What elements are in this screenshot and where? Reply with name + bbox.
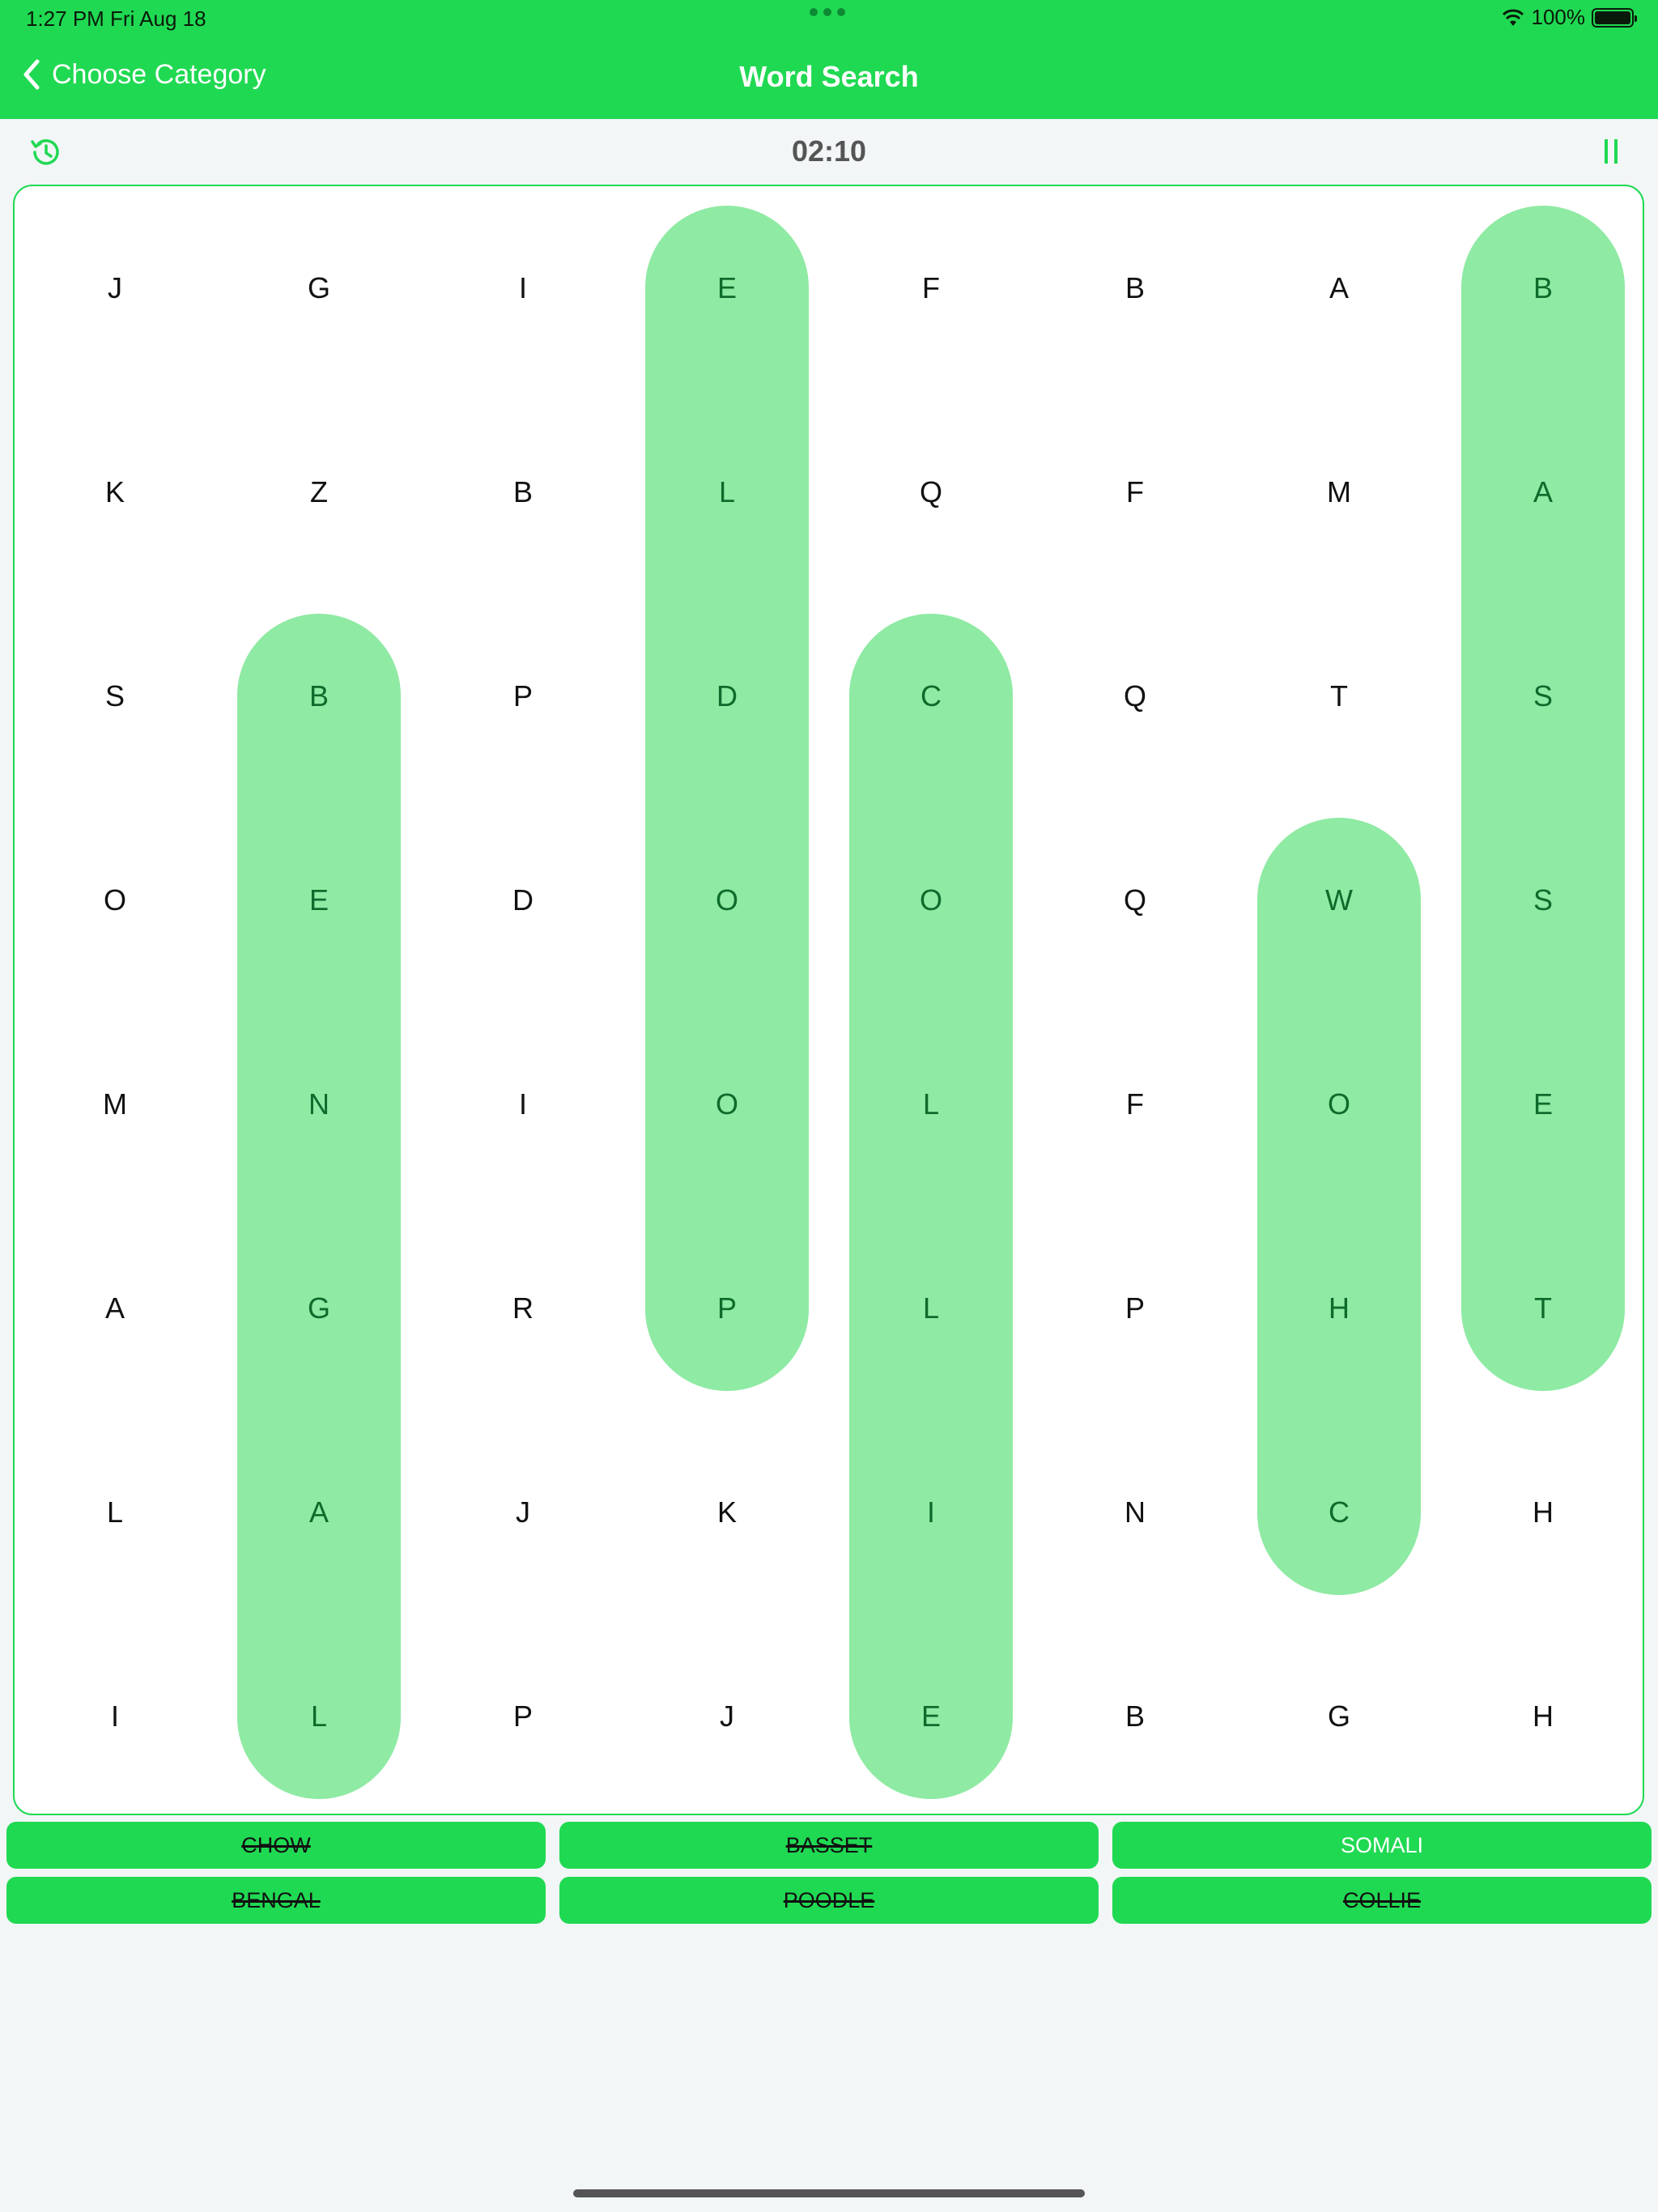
grid-cell[interactable]: A xyxy=(1237,186,1441,390)
grid-cell[interactable]: A xyxy=(217,1410,421,1614)
grid-cell[interactable]: H xyxy=(1441,1614,1645,1819)
grid-cell[interactable]: R xyxy=(421,1206,625,1410)
grid-cell[interactable]: L xyxy=(13,1410,217,1614)
grid-cell[interactable]: B xyxy=(1033,1614,1237,1819)
grid-cell[interactable]: O xyxy=(13,798,217,1002)
top-bar: 1:27 PM Fri Aug 18 100% Choose Category … xyxy=(0,0,1658,119)
grid-cell[interactable]: S xyxy=(1441,798,1645,1002)
grid-cell[interactable]: K xyxy=(625,1410,829,1614)
multitasking-dots-icon[interactable] xyxy=(810,8,845,16)
grid-cell[interactable]: H xyxy=(1441,1410,1645,1614)
wifi-icon xyxy=(1502,9,1524,26)
grid-cell[interactable]: S xyxy=(1441,594,1645,798)
grid-cell[interactable]: G xyxy=(1237,1614,1441,1819)
grid-cell[interactable]: F xyxy=(829,186,1033,390)
grid-cell[interactable]: E xyxy=(1441,1002,1645,1206)
grid-cell[interactable]: F xyxy=(1033,390,1237,594)
word-chip-bengal: BENGAL xyxy=(6,1877,546,1924)
grid-cell[interactable]: Q xyxy=(829,390,1033,594)
grid-cell[interactable]: Z xyxy=(217,390,421,594)
battery-percent: 100% xyxy=(1531,5,1586,29)
grid-cell[interactable]: E xyxy=(217,798,421,1002)
grid-cell[interactable]: O xyxy=(625,798,829,1002)
grid-cell[interactable]: E xyxy=(829,1614,1033,1819)
grid-cell[interactable]: I xyxy=(421,1002,625,1206)
letter-grid[interactable]: JGIEFBABKZBLQFMASBPDCQTSOEDOOQWSMNIOLFOE… xyxy=(13,185,1644,1815)
status-right: 100% xyxy=(1501,5,1637,30)
grid-cell[interactable]: E xyxy=(625,186,829,390)
grid-cell[interactable]: L xyxy=(829,1206,1033,1410)
grid-cell[interactable]: A xyxy=(13,1206,217,1410)
grid-cell[interactable]: J xyxy=(625,1614,829,1819)
grid-cell[interactable]: B xyxy=(1033,186,1237,390)
grid-cell[interactable]: D xyxy=(421,798,625,1002)
status-time: 1:27 PM Fri Aug 18 xyxy=(26,6,206,31)
word-chip-chow: CHOW xyxy=(6,1822,546,1869)
grid-cell[interactable]: L xyxy=(217,1614,421,1819)
grid-cell[interactable]: P xyxy=(421,1614,625,1819)
grid-cell[interactable]: O xyxy=(829,798,1033,1002)
timer: 02:10 xyxy=(791,134,867,168)
grid-cell[interactable]: N xyxy=(217,1002,421,1206)
grid-cell[interactable]: S xyxy=(13,594,217,798)
grid-cell[interactable]: B xyxy=(1441,186,1645,390)
grid-cell[interactable]: N xyxy=(1033,1410,1237,1614)
grid-cell[interactable]: J xyxy=(13,186,217,390)
grid-cell[interactable]: P xyxy=(421,594,625,798)
grid-cell[interactable]: B xyxy=(421,390,625,594)
grid-cell[interactable]: Q xyxy=(1033,594,1237,798)
grid-cell[interactable]: P xyxy=(625,1206,829,1410)
grid-cell[interactable]: C xyxy=(829,594,1033,798)
word-chip-collie: COLLIE xyxy=(1112,1877,1652,1924)
grid-cell[interactable]: J xyxy=(421,1410,625,1614)
grid-cell[interactable]: H xyxy=(1237,1206,1441,1410)
grid-cell[interactable]: O xyxy=(625,1002,829,1206)
word-chip-basset: BASSET xyxy=(559,1822,1099,1869)
grid-cell[interactable]: I xyxy=(13,1614,217,1819)
grid-cell[interactable]: F xyxy=(1033,1002,1237,1206)
grid-cell[interactable]: L xyxy=(829,1002,1033,1206)
grid-cell[interactable]: T xyxy=(1441,1206,1645,1410)
grid-cell[interactable]: O xyxy=(1237,1002,1441,1206)
word-search-screen: 1:27 PM Fri Aug 18 100% Choose Category … xyxy=(0,0,1658,2212)
grid-cell[interactable]: G xyxy=(217,1206,421,1410)
home-indicator[interactable] xyxy=(573,2189,1085,2197)
grid-cell[interactable]: P xyxy=(1033,1206,1237,1410)
grid-cell[interactable]: M xyxy=(1237,390,1441,594)
grid-cell[interactable]: I xyxy=(421,186,625,390)
grid-cell[interactable]: G xyxy=(217,186,421,390)
pause-icon[interactable] xyxy=(1605,139,1622,167)
grid-cell[interactable]: Q xyxy=(1033,798,1237,1002)
grid-cell[interactable]: T xyxy=(1237,594,1441,798)
page-title: Word Search xyxy=(739,60,919,93)
grid-cell[interactable]: C xyxy=(1237,1410,1441,1614)
grid-cell[interactable]: A xyxy=(1441,390,1645,594)
battery-icon xyxy=(1592,7,1637,28)
word-chip-somali: SOMALI xyxy=(1112,1822,1652,1869)
grid-cell[interactable]: I xyxy=(829,1410,1033,1614)
grid-cell[interactable]: M xyxy=(13,1002,217,1206)
grid-cell[interactable]: D xyxy=(625,594,829,798)
word-chip-poodle: POODLE xyxy=(559,1877,1099,1924)
grid-cell[interactable]: K xyxy=(13,390,217,594)
grid-cell[interactable]: B xyxy=(217,594,421,798)
grid-cell[interactable]: L xyxy=(625,390,829,594)
grid-cell[interactable]: W xyxy=(1237,798,1441,1002)
